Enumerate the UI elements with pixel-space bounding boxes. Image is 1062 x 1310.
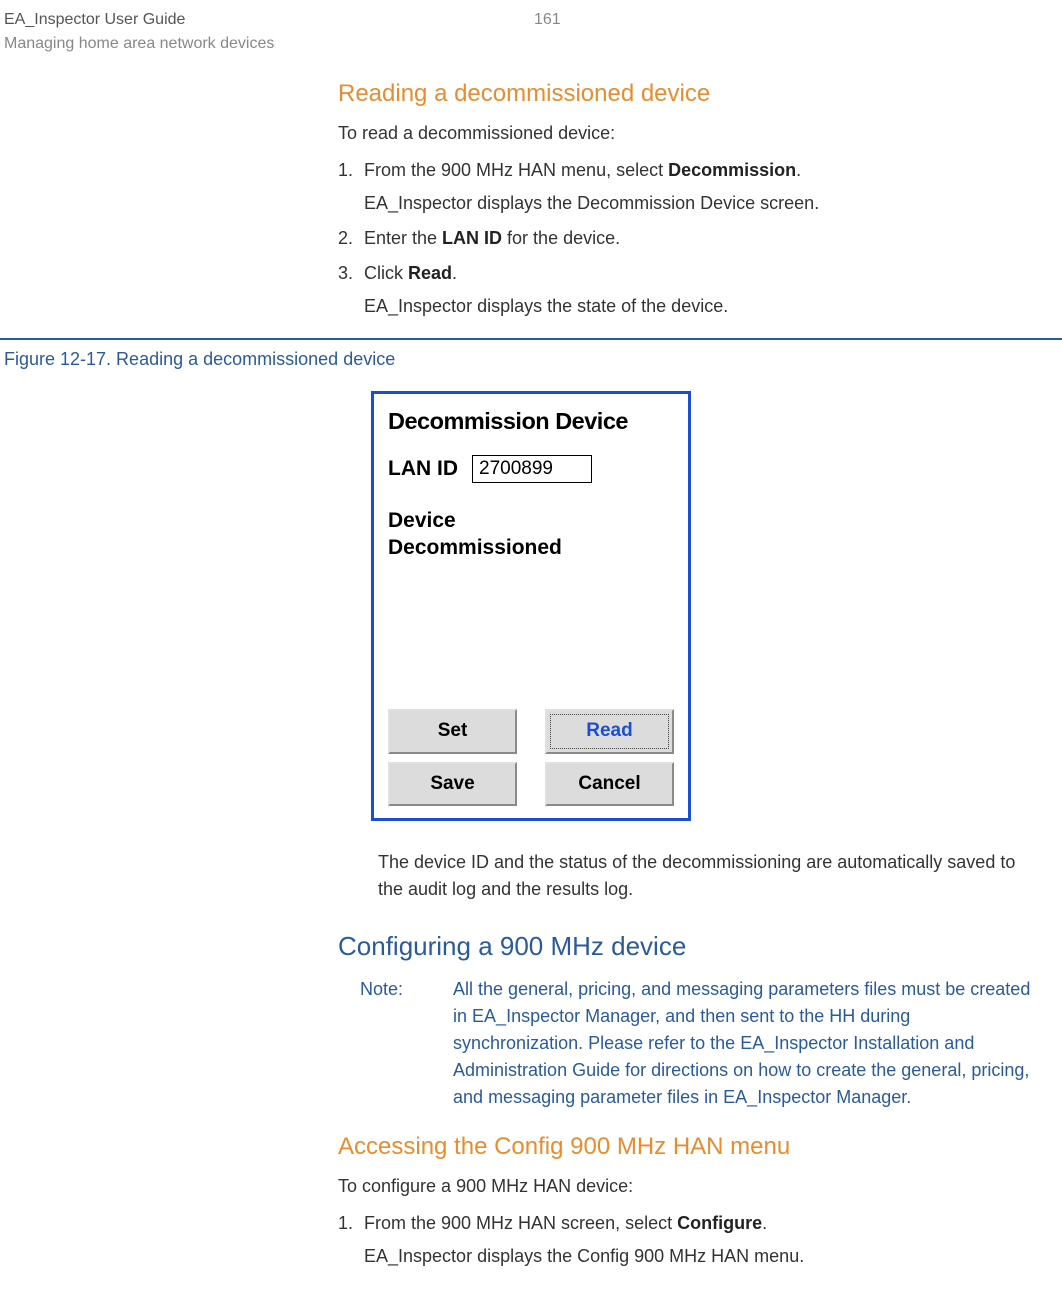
figure-caption: Figure 12-17. Reading a decommissioned d…: [4, 346, 1062, 373]
step-3-1-post: .: [762, 1213, 767, 1233]
page-number: 161: [534, 8, 561, 32]
step-1-sub: EA_Inspector displays the Decommission D…: [364, 190, 1042, 217]
note-label: Note:: [360, 976, 403, 1111]
save-button[interactable]: Save: [388, 762, 517, 807]
step-1: From the 900 MHz HAN menu, select Decomm…: [358, 157, 1042, 217]
note-text: All the general, pricing, and messaging …: [453, 976, 1042, 1111]
doc-section: Managing home area network devices: [4, 32, 534, 56]
screen-title: Decommission Device: [388, 404, 674, 439]
device-status: Device Decommissioned: [388, 507, 674, 562]
intro-text-1: To read a decommissioned device:: [338, 120, 1042, 147]
step-1-bold: Decommission: [668, 160, 796, 180]
step-3-1: From the 900 MHz HAN screen, select Conf…: [358, 1210, 1042, 1270]
step-1-pre: From the 900 MHz HAN menu, select: [364, 160, 668, 180]
figure-wrap: Decommission Device LAN ID Device Decomm…: [0, 391, 1062, 821]
figure-after-text: The device ID and the status of the deco…: [378, 849, 1042, 903]
step-3-post: .: [452, 263, 457, 283]
note-block: Note: All the general, pricing, and mess…: [360, 976, 1042, 1111]
step-3-bold: Read: [408, 263, 452, 283]
decommission-device-screen: Decommission Device LAN ID Device Decomm…: [371, 391, 691, 821]
set-button[interactable]: Set: [388, 709, 517, 754]
page-header: EA_Inspector User Guide Managing home ar…: [0, 8, 1062, 56]
lan-id-label: LAN ID: [388, 453, 458, 485]
read-button[interactable]: Read: [545, 709, 674, 754]
step-3-1-sub: EA_Inspector displays the Config 900 MHz…: [364, 1243, 1042, 1270]
cancel-button[interactable]: Cancel: [545, 762, 674, 807]
step-3-1-pre: From the 900 MHz HAN screen, select: [364, 1213, 677, 1233]
step-2-pre: Enter the: [364, 228, 442, 248]
figure-divider: [0, 338, 1062, 340]
step-2: Enter the LAN ID for the device.: [358, 225, 1042, 252]
heading-accessing-config-menu: Accessing the Config 900 MHz HAN menu: [338, 1129, 1042, 1165]
intro-text-3: To configure a 900 MHz HAN device:: [338, 1173, 1042, 1200]
steps-list-1: From the 900 MHz HAN menu, select Decomm…: [358, 157, 1042, 320]
steps-list-3: From the 900 MHz HAN screen, select Conf…: [358, 1210, 1042, 1270]
step-3-1-bold: Configure: [677, 1213, 762, 1233]
step-1-post: .: [796, 160, 801, 180]
status-line-1: Device: [388, 507, 674, 534]
doc-title: EA_Inspector User Guide: [4, 8, 534, 32]
step-3-pre: Click: [364, 263, 408, 283]
step-3: Click Read. EA_Inspector displays the st…: [358, 260, 1042, 320]
step-3-sub: EA_Inspector displays the state of the d…: [364, 293, 1042, 320]
status-line-2: Decommissioned: [388, 534, 674, 561]
step-2-bold: LAN ID: [442, 228, 502, 248]
lan-id-input[interactable]: [472, 455, 592, 483]
step-2-post: for the device.: [502, 228, 620, 248]
heading-reading-decommissioned: Reading a decommissioned device: [338, 76, 1042, 112]
heading-configuring-900mhz: Configuring a 900 MHz device: [338, 927, 1042, 966]
